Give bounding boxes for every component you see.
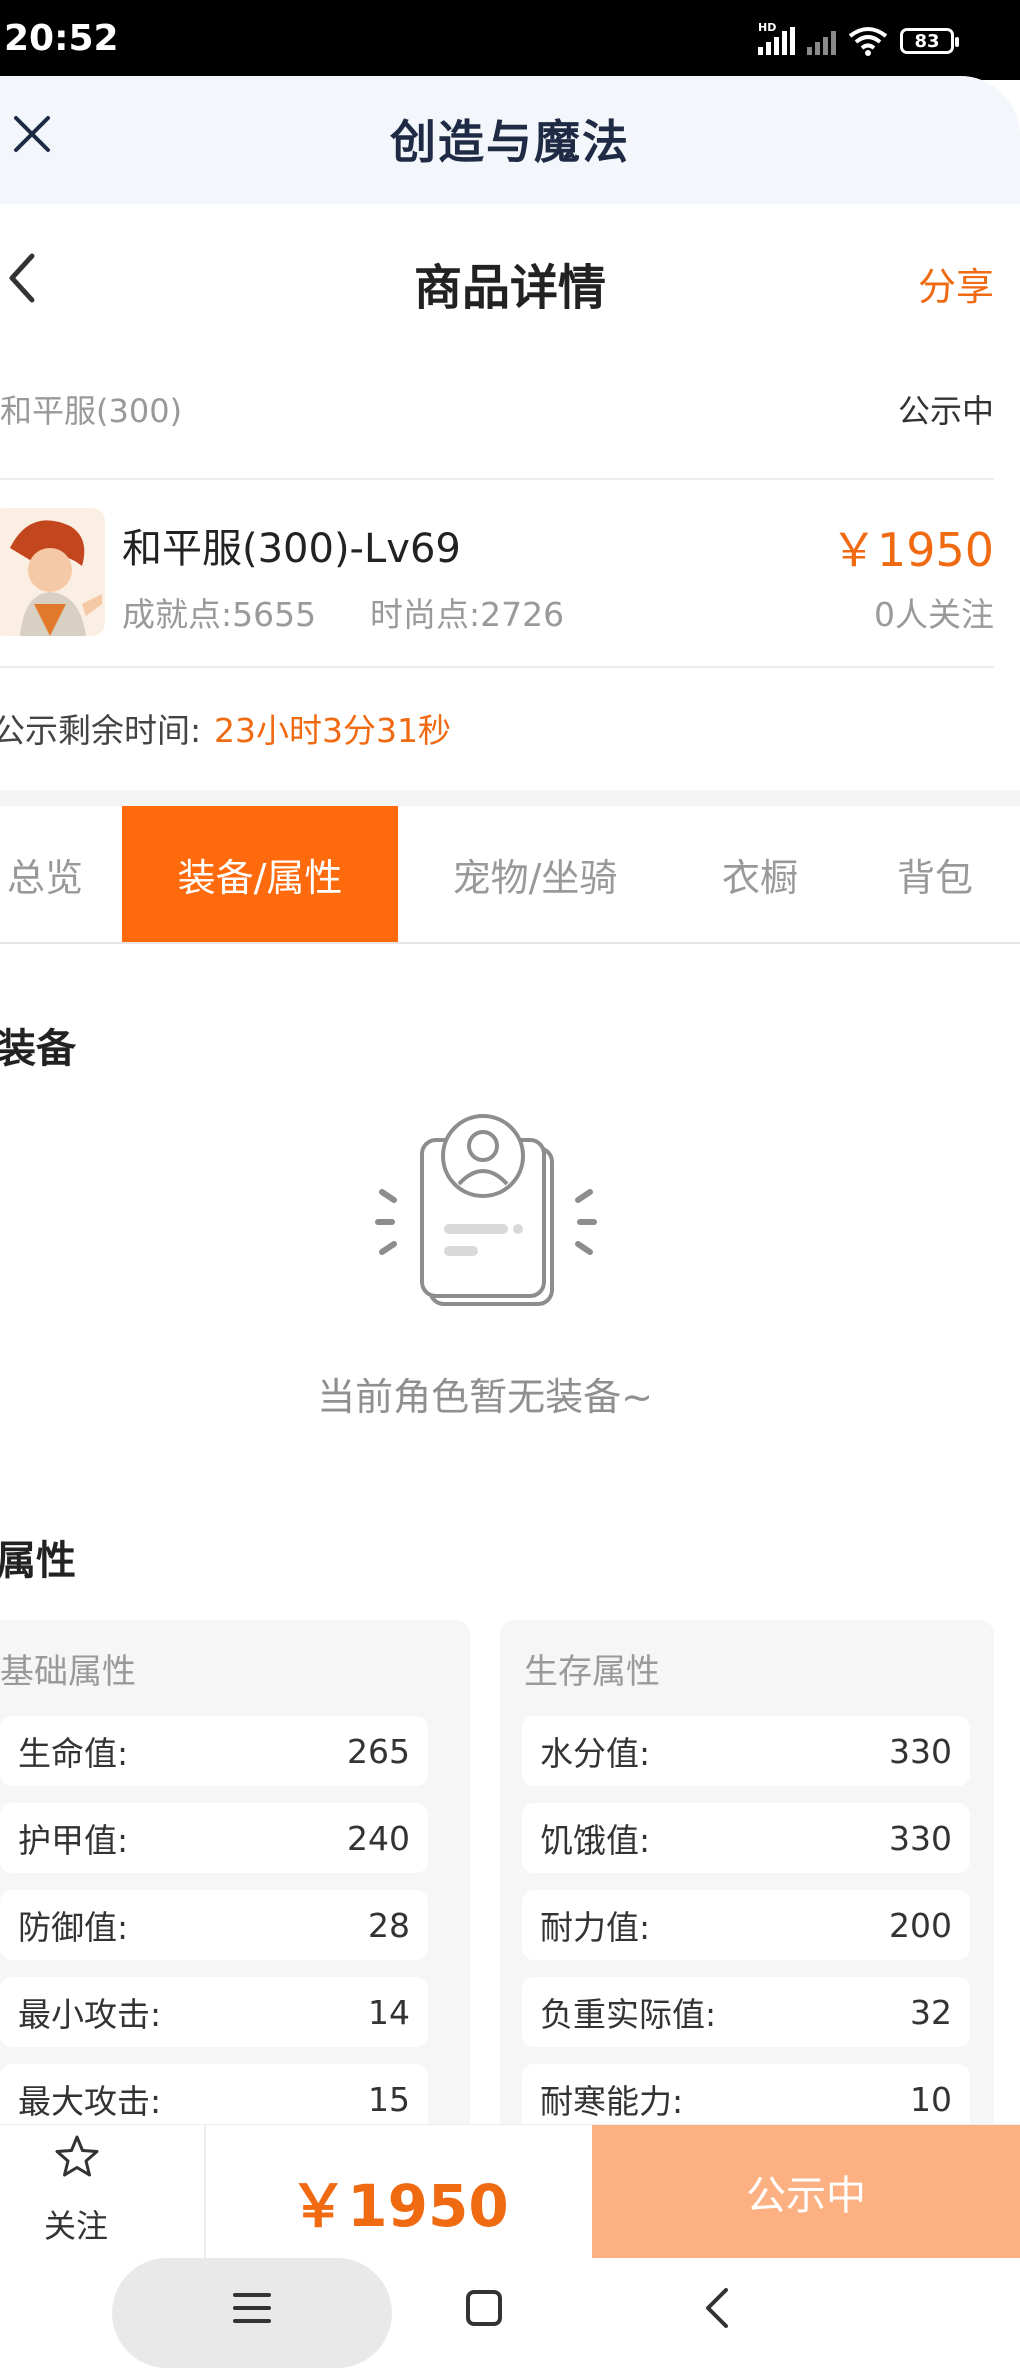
page-title: 商品详情 <box>413 260 606 316</box>
attribute-row: 生命值: 265 <box>0 1716 428 1786</box>
attribute-row: 饥饿值: 330 <box>522 1803 970 1873</box>
bottom-action-bar: 关注 ￥1950 公示中 <box>0 2124 1020 2259</box>
home-icon[interactable] <box>464 2288 504 2328</box>
network-type-label: HD <box>758 21 777 34</box>
product-price: ￥1950 <box>830 523 994 577</box>
attribute-label: 最大攻击: <box>18 2082 162 2121</box>
attribute-label: 耐寒能力: <box>540 2082 684 2121</box>
remaining-time-label: 公示剩余时间: <box>0 711 202 750</box>
attribute-label: 水分值: <box>540 1734 651 1773</box>
tab-wardrobe[interactable]: 衣橱 <box>690 806 830 942</box>
tab-pets-mounts[interactable]: 宠物/坐骑 <box>430 806 640 942</box>
attribute-value: 10 <box>910 2079 952 2119</box>
attribute-value: 330 <box>889 1731 952 1771</box>
attribute-row: 护甲值: 240 <box>0 1803 428 1873</box>
wifi-icon <box>848 27 888 56</box>
follower-count: 0人关注 <box>874 595 994 634</box>
app-sheet: 创造与魔法 商品详情 分享 和平服(300) 公示中 和平服(300)-Lv69… <box>0 76 1020 2352</box>
status-bar: 20:52 HD 83 <box>0 0 1020 80</box>
attribute-value: 265 <box>347 1731 410 1771</box>
divider <box>0 666 994 668</box>
divider <box>0 478 994 480</box>
share-button[interactable]: 分享 <box>918 256 994 311</box>
remaining-time-value: 23小时3分31秒 <box>214 711 451 750</box>
menu-icon[interactable] <box>232 2290 272 2326</box>
achievement-points: 成就点:5655 <box>122 595 317 634</box>
attribute-label: 饥饿值: <box>540 1821 651 1860</box>
attribute-row: 防御值: 28 <box>0 1890 428 1960</box>
follow-button[interactable]: 关注 <box>26 2133 126 2253</box>
fashion-points: 时尚点:2726 <box>370 595 565 634</box>
attribute-label: 护甲值: <box>18 1821 129 1860</box>
status-icons: HD 83 <box>758 21 959 56</box>
section-gap <box>0 790 1020 806</box>
tab-equipment-attributes[interactable]: 装备/属性 <box>122 806 398 942</box>
attribute-value: 28 <box>368 1905 410 1945</box>
attribute-value: 240 <box>347 1818 410 1858</box>
attribute-label: 防御值: <box>18 1908 129 1947</box>
publicity-status: 公示中 <box>897 392 994 430</box>
equipment-section-title: 装备 <box>0 1026 76 1072</box>
cell-signal-2-icon <box>807 27 836 55</box>
back-nav-icon[interactable] <box>700 2286 734 2330</box>
cell-signal-icon: HD <box>758 21 795 55</box>
follow-label: 关注 <box>43 2207 108 2245</box>
attribute-row: 负重实际值: 32 <box>522 1977 970 2047</box>
basic-attributes-title: 基础属性 <box>0 1652 136 1692</box>
bottom-price: ￥1950 <box>289 2172 509 2240</box>
attribute-value: 330 <box>889 1818 952 1858</box>
publicity-status-button[interactable]: 公示中 <box>592 2125 1020 2259</box>
attribute-value: 15 <box>368 2079 410 2119</box>
attribute-value: 14 <box>368 1992 410 2032</box>
battery-level: 83 <box>914 30 940 52</box>
attribute-row: 最小攻击: 14 <box>0 1977 428 2047</box>
battery-icon: 83 <box>900 28 959 54</box>
tab-overview[interactable]: 总览 <box>0 806 100 942</box>
attribute-value: 32 <box>910 1992 952 2032</box>
status-time: 20:52 <box>4 18 119 59</box>
character-avatar <box>0 508 105 636</box>
star-icon <box>55 2135 99 2177</box>
attribute-row: 耐力值: 200 <box>522 1890 970 1960</box>
attribute-label: 最小攻击: <box>18 1995 162 2034</box>
tab-backpack[interactable]: 背包 <box>870 806 1000 942</box>
attribute-label: 负重实际值: <box>540 1995 717 2034</box>
attribute-value: 200 <box>889 1905 952 1945</box>
empty-equipment-icon <box>375 1114 597 1306</box>
survival-attributes-title: 生存属性 <box>524 1652 660 1692</box>
product-name: 和平服(300)-Lv69 <box>122 526 461 572</box>
app-bar: 创造与魔法 <box>0 76 1020 204</box>
nav-bar: 商品详情 分享 <box>0 204 1020 354</box>
server-name: 和平服(300) <box>0 392 183 430</box>
tab-bar: 总览 装备/属性 宠物/坐骑 衣橱 背包 <box>0 806 1020 944</box>
character-image <box>0 508 105 636</box>
attribute-label: 生命值: <box>18 1734 129 1773</box>
attributes-section-title: 属性 <box>0 1538 76 1584</box>
attribute-row: 水分值: 330 <box>522 1716 970 1786</box>
empty-equipment-text: 当前角色暂无装备~ <box>317 1375 653 1419</box>
app-title: 创造与魔法 <box>390 115 630 169</box>
system-nav-bar <box>0 2258 1020 2368</box>
attribute-label: 耐力值: <box>540 1908 651 1947</box>
